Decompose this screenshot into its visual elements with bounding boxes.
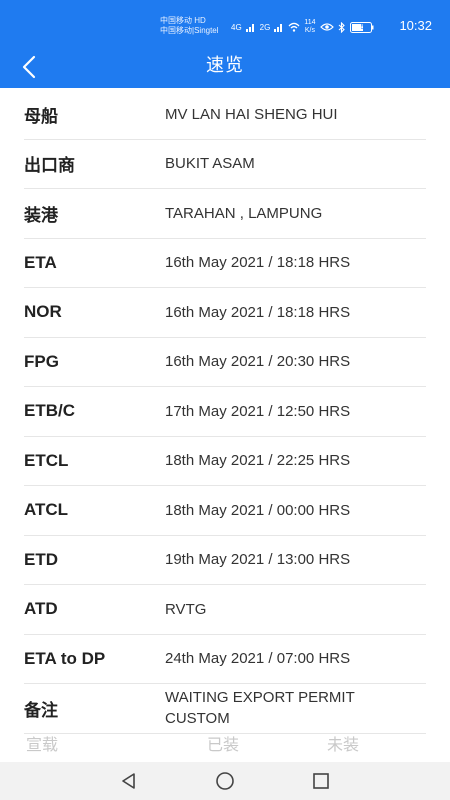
clock: 10:32 xyxy=(399,18,432,33)
status-bar: 中国移动 HD 中国移动|Singtel 4G 2G 114 K/s 58 10… xyxy=(0,0,450,44)
carrier-line-2: 中国移动|Singtel xyxy=(160,26,219,35)
net-speed-unit: K/s xyxy=(304,27,315,34)
row-label: ETA to DP xyxy=(24,648,106,668)
signal-icon xyxy=(245,24,254,32)
row-label: ATD xyxy=(24,599,58,619)
signal-icon-2 xyxy=(274,24,283,32)
row-value: 17th May 2021 / 12:50 HRS xyxy=(165,402,351,420)
bluetooth-icon xyxy=(338,21,345,33)
row-label: FPG xyxy=(24,351,59,371)
net-speed: 114 K/s xyxy=(304,19,315,35)
triangle-back-icon xyxy=(122,773,135,789)
row-value: 18th May 2021 / 22:25 HRS xyxy=(165,452,351,470)
row-value: 19th May 2021 / 13:00 HRS xyxy=(165,551,351,569)
list-item: 备注 WAITING EXPORT PERMIT CUSTOM xyxy=(24,684,426,734)
status-icons: 4G 2G 114 K/s 58 xyxy=(231,16,374,38)
circle-home-icon xyxy=(216,772,234,790)
wifi-icon xyxy=(288,22,300,32)
list-item: ATD RVTG xyxy=(24,585,426,635)
row-value: MV LAN HAI SHENG HUI xyxy=(165,105,338,123)
row-label: 出口商 xyxy=(24,156,75,176)
signal-label-2: 2G xyxy=(259,22,271,32)
list-item: ETD 19th May 2021 / 13:00 HRS xyxy=(24,536,426,585)
list-item: FPG 16th May 2021 / 20:30 HRS xyxy=(24,338,426,387)
row-value: TARAHAN , LAMPUNG xyxy=(165,204,323,222)
signal-label-1: 4G xyxy=(231,22,242,32)
row-label: ETB/C xyxy=(24,401,75,421)
page-title: 速览 xyxy=(206,55,244,75)
carrier-line-1: 中国移动 HD xyxy=(160,16,206,25)
row-value: RVTG xyxy=(165,600,207,618)
row-value: 16th May 2021 / 18:18 HRS xyxy=(165,303,351,321)
row-label: ETA xyxy=(24,252,57,272)
nav-recent-button[interactable] xyxy=(309,770,333,792)
list-item: 装港 TARAHAN , LAMPUNG xyxy=(24,189,426,239)
row-value: 16th May 2021 / 18:18 HRS xyxy=(165,254,351,272)
row-value: 16th May 2021 / 20:30 HRS xyxy=(165,353,351,371)
carrier-info: 中国移动 HD 中国移动|Singtel xyxy=(160,16,219,36)
row-label: ETCL xyxy=(24,450,69,470)
nav-home-button[interactable] xyxy=(213,770,237,792)
list-item: ETA to DP 24th May 2021 / 07:00 HRS xyxy=(24,635,426,684)
square-recent-icon xyxy=(313,773,329,789)
row-value: WAITING EXPORT PERMIT CUSTOM xyxy=(165,689,355,728)
tab-loaded[interactable]: 已装 xyxy=(207,730,239,762)
row-value: 24th May 2021 / 07:00 HRS xyxy=(165,650,351,668)
row-label: 母船 xyxy=(24,106,58,126)
row-value: 18th May 2021 / 00:00 HRS xyxy=(165,501,351,519)
tab-unloaded[interactable]: 未装 xyxy=(327,730,359,762)
list-item: 出口商 BUKIT ASAM xyxy=(24,140,426,189)
bottom-tabs: 宣载 已装 未装 xyxy=(0,730,450,762)
system-nav-bar xyxy=(0,762,450,800)
net-speed-value: 114 xyxy=(304,19,316,26)
list-item: 母船 MV LAN HAI SHENG HUI xyxy=(24,90,426,140)
nav-back-button[interactable] xyxy=(117,770,141,792)
eye-icon xyxy=(319,23,334,31)
list-item: ETB/C 17th May 2021 / 12:50 HRS xyxy=(24,387,426,437)
row-value: BUKIT ASAM xyxy=(165,155,255,173)
row-label: 装港 xyxy=(24,205,58,225)
list-item: ETA 16th May 2021 / 18:18 HRS xyxy=(24,239,426,288)
battery-level: 58 xyxy=(360,23,369,31)
row-label: 备注 xyxy=(24,700,58,720)
row-label: ATCL xyxy=(24,500,69,520)
list-item: ETCL 18th May 2021 / 22:25 HRS xyxy=(24,437,426,486)
info-list: 母船 MV LAN HAI SHENG HUI 出口商 BUKIT ASAM 装港 T… xyxy=(0,90,450,734)
list-item: ATCL 18th May 2021 / 00:00 HRS xyxy=(24,486,426,536)
app-header: 中国移动 HD 中国移动|Singtel 4G 2G 114 K/s 58 10… xyxy=(0,0,450,88)
row-label: NOR xyxy=(24,302,62,322)
row-label: ETD xyxy=(24,549,58,569)
tab-loaded-declared[interactable]: 宣载 xyxy=(26,730,58,762)
list-item: NOR 16th May 2021 / 18:18 HRS xyxy=(24,288,426,338)
